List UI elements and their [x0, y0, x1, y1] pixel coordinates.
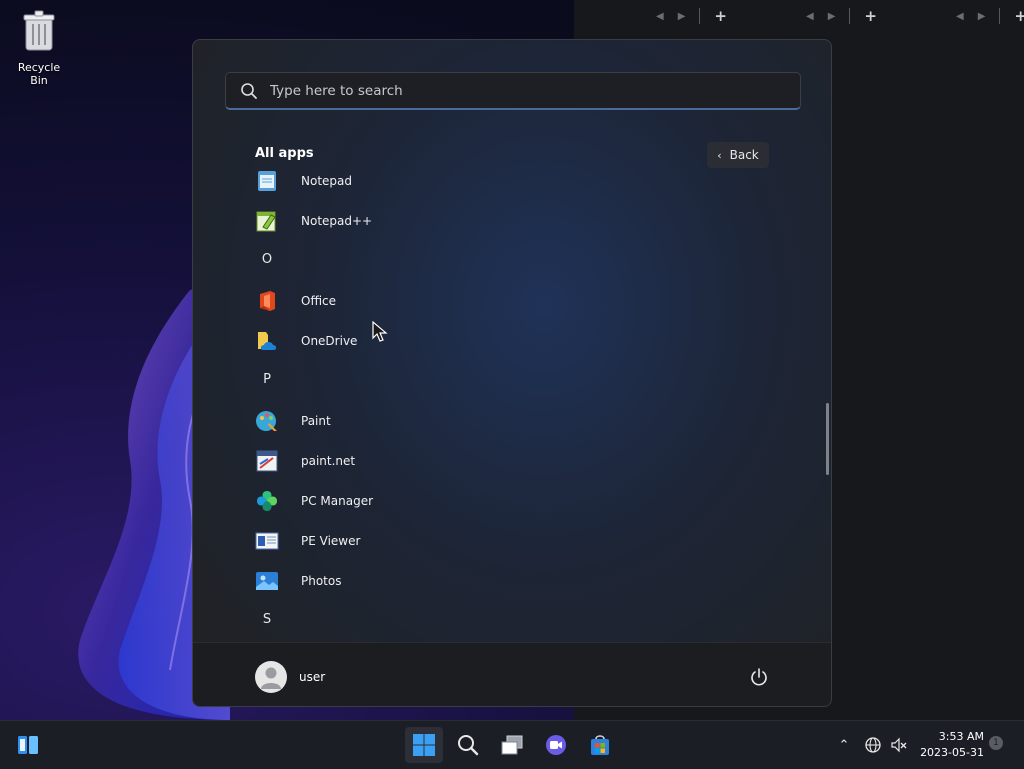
next-arrow-icon[interactable]: ▶ — [978, 11, 986, 22]
power-icon[interactable] — [749, 667, 769, 687]
chat-button[interactable] — [537, 727, 575, 763]
divider — [849, 8, 851, 24]
section-letter-p[interactable]: P — [255, 372, 279, 387]
prev-arrow-icon[interactable]: ◀ — [656, 11, 664, 22]
store-button[interactable] — [581, 727, 619, 763]
user-name: user — [299, 670, 326, 684]
app-item-notepad[interactable]: Notepad — [255, 168, 795, 201]
back-button[interactable]: ‹ Back — [707, 142, 769, 168]
pe-viewer-icon — [255, 532, 279, 550]
all-apps-list: Notepad Notepad++ O Office OneDrive P Pa… — [193, 168, 831, 642]
clock-time: 3:53 AM — [938, 730, 984, 743]
chat-icon — [546, 735, 566, 755]
next-arrow-icon[interactable]: ▶ — [678, 11, 686, 22]
avatar — [255, 661, 287, 693]
add-tab-icon[interactable]: + — [864, 7, 877, 25]
onedrive-icon — [258, 332, 277, 350]
app-item-label: PE Viewer — [301, 534, 361, 548]
start-menu: All apps ‹ Back Notepad Notepad++ O — [192, 39, 832, 707]
widgets-icon — [18, 736, 38, 754]
add-tab-icon[interactable]: + — [714, 7, 727, 25]
all-apps-title: All apps — [255, 146, 314, 161]
app-item-label: Notepad++ — [301, 214, 373, 228]
app-list-scrollbar[interactable] — [826, 403, 829, 475]
clock-date: 2023-05-31 — [920, 746, 984, 759]
app-item-pc-manager[interactable]: PC Manager — [255, 481, 795, 521]
volume-muted-icon[interactable] — [890, 736, 908, 754]
search-box[interactable] — [225, 72, 801, 110]
store-icon — [591, 735, 609, 755]
window-tab-controls-2: ◀ ▶ + — [806, 0, 877, 32]
app-item-paintnet[interactable]: paint.net — [255, 441, 795, 481]
app-item-label: OneDrive — [301, 334, 358, 348]
app-item-label: Paint — [301, 414, 331, 428]
office-icon — [260, 291, 275, 311]
prev-arrow-icon[interactable]: ◀ — [806, 11, 814, 22]
recycle-bin-label: Recycle Bin — [17, 61, 61, 87]
search-input[interactable] — [268, 81, 772, 100]
app-item-office[interactable]: Office — [255, 281, 795, 321]
notification-badge[interactable]: 1 — [989, 736, 1003, 750]
app-item-onedrive[interactable]: OneDrive — [255, 321, 795, 361]
section-letter-o[interactable]: O — [255, 252, 279, 267]
app-item-label: paint.net — [301, 454, 356, 468]
user-account-button[interactable]: user — [255, 661, 325, 693]
search-taskbar-button[interactable] — [449, 727, 487, 763]
prev-arrow-icon[interactable]: ◀ — [956, 11, 964, 22]
mouse-cursor-icon — [372, 321, 388, 342]
app-item-label: Office — [301, 294, 337, 308]
app-item-notepadpp[interactable]: Notepad++ — [255, 201, 795, 241]
photos-icon — [256, 572, 278, 590]
notepadpp-icon — [256, 211, 276, 232]
pc-manager-icon — [257, 491, 277, 511]
user-silhouette-icon — [261, 667, 281, 689]
next-arrow-icon[interactable]: ▶ — [828, 11, 836, 22]
start-menu-footer: user — [193, 642, 831, 706]
section-letter-s[interactable]: S — [255, 612, 279, 627]
divider — [699, 8, 701, 24]
network-globe-icon[interactable] — [864, 736, 882, 754]
start-button[interactable] — [405, 727, 443, 763]
paint-icon — [256, 411, 277, 431]
window-tab-controls-1: ◀ ▶ + — [656, 0, 727, 32]
paintnet-icon — [256, 450, 278, 472]
search-icon — [458, 735, 479, 756]
app-item-label: Notepad — [301, 174, 352, 188]
task-view-button[interactable] — [493, 727, 531, 763]
windows-logo-icon — [413, 734, 435, 756]
divider — [999, 8, 1001, 24]
app-item-photos[interactable]: Photos — [255, 561, 795, 601]
add-tab-icon[interactable]: + — [1014, 7, 1024, 25]
back-button-label: Back — [729, 148, 759, 162]
app-item-label: Photos — [301, 574, 342, 588]
recycle-bin-icon — [23, 10, 55, 51]
taskbar-clock[interactable]: 3:53 AM 2023-05-31 — [914, 729, 984, 761]
search-icon — [241, 82, 257, 99]
desktop-icon-recycle-bin[interactable]: Recycle Bin — [8, 10, 70, 87]
system-tray: ⌃ — [836, 721, 908, 769]
widgets-button[interactable] — [9, 727, 47, 763]
chevron-up-icon[interactable]: ⌃ — [836, 738, 852, 753]
window-tab-controls-3: ◀ ▶ + — [956, 0, 1024, 32]
notepad-icon — [258, 171, 276, 191]
app-item-label: PC Manager — [301, 494, 374, 508]
taskbar: ⌃ 3:53 AM 2023-05-31 — [0, 720, 1024, 769]
app-item-pe-viewer[interactable]: PE Viewer — [255, 521, 795, 561]
chevron-left-icon: ‹ — [717, 148, 722, 162]
task-view-icon — [501, 735, 523, 755]
app-item-paint[interactable]: Paint — [255, 401, 795, 441]
